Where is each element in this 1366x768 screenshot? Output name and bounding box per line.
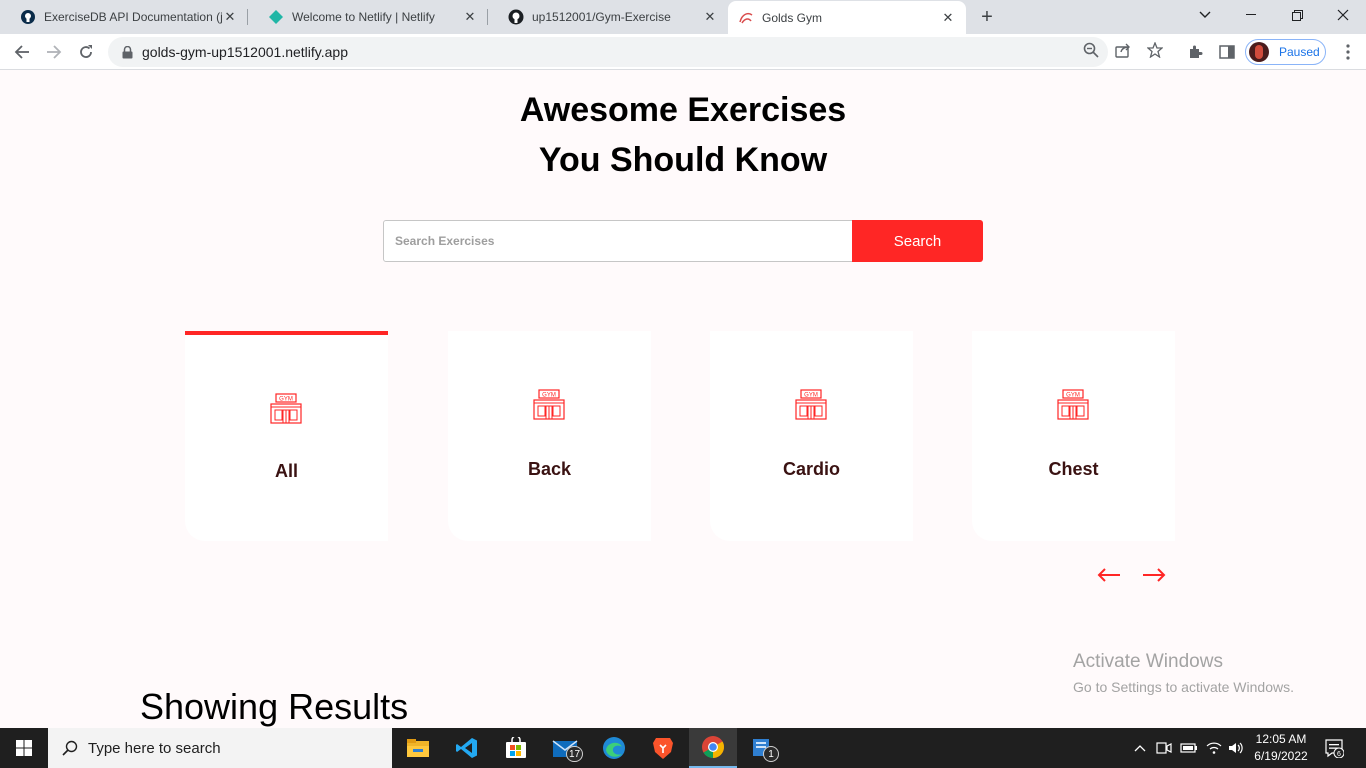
svg-text:GYM: GYM bbox=[1066, 393, 1080, 399]
file-explorer-icon[interactable] bbox=[394, 728, 442, 768]
address-bar[interactable]: golds-gym-up1512001.netlify.app bbox=[108, 37, 1108, 67]
github-icon bbox=[508, 9, 524, 25]
svg-text:GYM: GYM bbox=[542, 393, 556, 399]
gym-icon: GYM bbox=[1057, 389, 1089, 420]
search-bar: Search bbox=[383, 220, 983, 262]
svg-text:GYM: GYM bbox=[804, 393, 818, 399]
tab-exercisedb-docs[interactable]: ExerciseDB API Documentation (j ✕ bbox=[0, 0, 248, 34]
body-part-label: All bbox=[274, 461, 298, 481]
battery-icon[interactable] bbox=[1180, 738, 1198, 758]
notes-app-icon[interactable]: 1 bbox=[738, 728, 786, 768]
tab-search-chevron-icon[interactable] bbox=[1182, 0, 1228, 30]
rapidapi-icon bbox=[20, 9, 36, 25]
right-arrow-icon[interactable] bbox=[1139, 563, 1169, 587]
body-part-card-chest[interactable]: GYM Chest bbox=[972, 331, 1175, 541]
gym-icon: GYM bbox=[795, 389, 827, 420]
vscode-icon[interactable] bbox=[443, 728, 491, 768]
close-window-button[interactable] bbox=[1320, 0, 1366, 30]
notification-center-icon[interactable]: 6 bbox=[1322, 737, 1346, 759]
forward-button[interactable] bbox=[40, 38, 68, 66]
browser-toolbar: golds-gym-up1512001.netlify.app Paused bbox=[0, 34, 1366, 70]
tab-github-repo[interactable]: up1512001/Gym-Exercise ✕ bbox=[488, 0, 728, 34]
gym-icon: GYM bbox=[270, 393, 302, 424]
browser-menu-icon[interactable] bbox=[1338, 42, 1358, 62]
tab-netlify[interactable]: Welcome to Netlify | Netlify ✕ bbox=[248, 0, 488, 34]
browser-tab-strip: ExerciseDB API Documentation (j ✕ Welcom… bbox=[0, 0, 1366, 34]
zoom-icon[interactable] bbox=[1082, 41, 1100, 59]
body-part-card-all[interactable]: GYM All bbox=[185, 331, 388, 541]
activate-windows-watermark: Activate Windows Go to Settings to activ… bbox=[1073, 651, 1294, 695]
restore-button[interactable] bbox=[1274, 0, 1320, 30]
mail-icon[interactable]: 17 bbox=[541, 728, 589, 768]
watermark-line-2: Go to Settings to activate Windows. bbox=[1073, 679, 1294, 695]
edge-icon[interactable] bbox=[590, 728, 638, 768]
share-icon[interactable] bbox=[1114, 41, 1132, 59]
close-icon[interactable]: ✕ bbox=[940, 10, 956, 26]
close-icon[interactable]: ✕ bbox=[462, 9, 478, 25]
hero-title-line-2: You Should Know bbox=[538, 141, 828, 179]
netlify-icon bbox=[268, 9, 284, 25]
meet-now-icon[interactable] bbox=[1155, 738, 1173, 758]
search-input[interactable] bbox=[383, 220, 853, 262]
profile-button[interactable]: Paused bbox=[1245, 39, 1326, 65]
microsoft-store-icon[interactable] bbox=[492, 728, 540, 768]
chevron-up-icon[interactable] bbox=[1131, 738, 1149, 758]
watermark-line-1: Activate Windows bbox=[1073, 651, 1223, 672]
minimize-button[interactable] bbox=[1228, 0, 1274, 30]
brave-icon[interactable] bbox=[639, 728, 687, 768]
page-viewport: Awesome Exercises You Should Know Search… bbox=[0, 71, 1366, 728]
close-icon[interactable]: ✕ bbox=[702, 9, 718, 25]
hero-title-line-1: Awesome Exercises bbox=[519, 91, 847, 129]
clock-date: 6/19/2022 bbox=[1254, 749, 1308, 763]
results-heading: Showing Results bbox=[140, 686, 409, 727]
back-button[interactable] bbox=[8, 38, 36, 66]
profile-status-label: Paused bbox=[1279, 45, 1320, 59]
left-arrow-icon[interactable] bbox=[1094, 563, 1124, 587]
tab-title: Welcome to Netlify | Netlify bbox=[292, 10, 435, 24]
wifi-icon[interactable] bbox=[1205, 738, 1223, 758]
extensions-icon[interactable] bbox=[1185, 42, 1205, 62]
reload-button[interactable] bbox=[72, 38, 100, 66]
taskbar-search-box[interactable]: Type here to search bbox=[48, 728, 392, 768]
volume-icon[interactable] bbox=[1227, 738, 1245, 758]
taskbar-clock[interactable]: 12:05 AM 6/19/2022 bbox=[1248, 731, 1314, 765]
notification-count: 6 bbox=[1337, 751, 1341, 758]
body-part-card-back[interactable]: GYM Back bbox=[448, 331, 651, 541]
tab-golds-gym[interactable]: Golds Gym ✕ bbox=[728, 1, 966, 34]
mail-badge: 17 bbox=[566, 746, 584, 762]
body-part-label: Cardio bbox=[782, 459, 840, 479]
search-button[interactable]: Search bbox=[852, 220, 983, 262]
side-panel-icon[interactable] bbox=[1217, 42, 1237, 62]
avatar bbox=[1249, 42, 1269, 62]
windows-start-icon[interactable] bbox=[0, 728, 48, 768]
tab-title: Golds Gym bbox=[762, 10, 823, 25]
clock-time: 12:05 AM bbox=[1255, 732, 1307, 746]
search-icon bbox=[60, 738, 80, 758]
body-part-label: Chest bbox=[1048, 459, 1099, 479]
bookmark-star-icon[interactable] bbox=[1146, 41, 1164, 59]
gym-icon: GYM bbox=[533, 389, 565, 420]
windows-taskbar: Type here to search 17 1 12:05 AM 6/19/2… bbox=[0, 728, 1366, 768]
tab-title: up1512001/Gym-Exercise bbox=[532, 10, 671, 24]
body-part-card-cardio[interactable]: GYM Cardio bbox=[710, 331, 913, 541]
svg-text:GYM: GYM bbox=[279, 397, 293, 403]
golds-gym-icon bbox=[738, 10, 754, 26]
url-text: golds-gym-up1512001.netlify.app bbox=[142, 44, 348, 60]
body-part-label: Back bbox=[527, 459, 572, 479]
hero-title: Awesome Exercises You Should Know bbox=[0, 85, 1366, 185]
lock-icon[interactable] bbox=[120, 45, 134, 59]
taskbar-search-placeholder: Type here to search bbox=[88, 739, 221, 757]
new-tab-button[interactable]: + bbox=[976, 6, 998, 28]
tab-title: ExerciseDB API Documentation (j bbox=[44, 10, 222, 24]
notes-badge: 1 bbox=[763, 746, 779, 762]
chrome-icon[interactable] bbox=[689, 728, 737, 768]
close-icon[interactable]: ✕ bbox=[222, 9, 238, 25]
